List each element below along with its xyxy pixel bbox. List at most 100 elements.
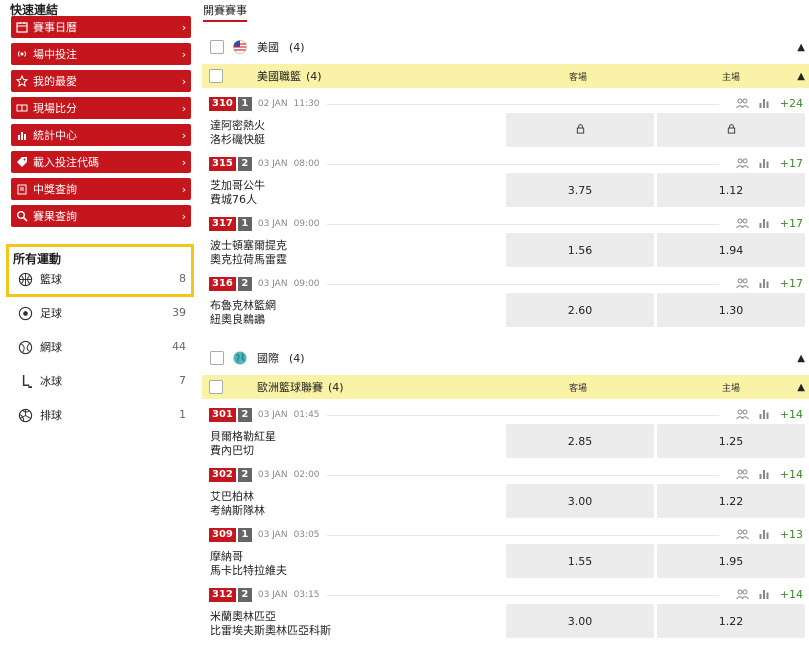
- more-markets-link[interactable]: +14: [780, 408, 803, 422]
- match-time: 08:00: [293, 159, 320, 169]
- period-badge: 2: [237, 588, 252, 602]
- country-checkbox[interactable]: [210, 40, 224, 54]
- bar-chart-icon[interactable]: [758, 217, 772, 231]
- quick-link-5[interactable]: 統計中心 ›: [11, 124, 191, 146]
- stats-icon: [11, 129, 33, 141]
- country-count: (4): [289, 40, 305, 54]
- bar-chart-icon[interactable]: [758, 468, 772, 482]
- odds-value: 1.25: [718, 434, 744, 448]
- odds-home-button[interactable]: 1.30: [657, 293, 805, 327]
- scoreboard-icon: [11, 102, 33, 114]
- league-row[interactable]: 美國職籃 (4) 客場 主場 ▲: [202, 64, 809, 88]
- bar-chart-icon[interactable]: [758, 97, 772, 111]
- chevron-up-icon[interactable]: ▲: [797, 42, 805, 53]
- chevron-up-icon[interactable]: ▲: [797, 353, 805, 364]
- more-markets-link[interactable]: +17: [780, 277, 803, 291]
- odds-home-button[interactable]: [657, 113, 805, 147]
- calendar-icon: [11, 21, 33, 33]
- divider: [327, 284, 719, 285]
- odds-away-button[interactable]: 3.00: [506, 604, 654, 638]
- chevron-right-icon: ›: [181, 128, 187, 142]
- quick-link-label: 中獎查詢: [33, 183, 77, 196]
- odds-away-button[interactable]: 2.85: [506, 424, 654, 458]
- country-row[interactable]: 國際 (4) ▲: [202, 345, 809, 371]
- country-checkbox[interactable]: [210, 351, 224, 365]
- odds-away-button[interactable]: 3.75: [506, 173, 654, 207]
- quick-link-label: 賽果查詢: [33, 210, 77, 223]
- odds-value: 2.60: [567, 303, 593, 317]
- match-row: 312 2 03 JAN 03:15 +14 米蘭奧林匹亞 比雷埃夫斯奧林匹亞科斯 3.00 1…: [202, 588, 809, 648]
- country-row[interactable]: 美國 (4) ▲: [202, 34, 809, 60]
- chevron-up-icon[interactable]: ▲: [797, 71, 805, 82]
- odds-away-button[interactable]: 1.55: [506, 544, 654, 578]
- more-markets-link[interactable]: +13: [780, 528, 803, 542]
- tennis-icon: [17, 339, 33, 355]
- bar-chart-icon[interactable]: [758, 588, 772, 602]
- bar-chart-icon[interactable]: [758, 277, 772, 291]
- odds-value: 3.75: [567, 183, 593, 197]
- odds-away-button[interactable]: [506, 113, 654, 147]
- group-icon[interactable]: [736, 588, 750, 602]
- match-id-badge: 310: [209, 97, 236, 111]
- odds-home-button[interactable]: 1.22: [657, 484, 805, 518]
- match-time: 09:00: [293, 219, 320, 229]
- match-row: 301 2 03 JAN 01:45 +14 貝爾格勒紅星 費內巴切 2.85 1.25: [202, 408, 809, 468]
- group-icon[interactable]: [736, 157, 750, 171]
- odds-away-button[interactable]: 2.60: [506, 293, 654, 327]
- tab-open-events[interactable]: 開賽賽事: [203, 2, 247, 22]
- odds-away-button[interactable]: 1.56: [506, 233, 654, 267]
- more-markets-link[interactable]: +17: [780, 157, 803, 171]
- quick-link-8[interactable]: 賽果查詢 ›: [11, 205, 191, 227]
- quick-link-7[interactable]: 中獎查詢 ›: [11, 178, 191, 200]
- period-badge: 1: [237, 217, 252, 231]
- group-icon[interactable]: [736, 528, 750, 542]
- more-markets-link[interactable]: +24: [780, 97, 803, 111]
- sport-item-3[interactable]: 網球: [17, 337, 62, 357]
- match-id-badge: 317: [209, 217, 236, 231]
- quick-link-1[interactable]: 賽事日曆 ›: [11, 16, 191, 38]
- sport-item-4[interactable]: 冰球: [17, 371, 62, 391]
- sport-item-1[interactable]: 籃球: [17, 269, 62, 289]
- quick-link-6[interactable]: 載入投注代碼 ›: [11, 151, 191, 173]
- match-time: 03:05: [293, 530, 320, 540]
- odds-away-button[interactable]: 3.00: [506, 484, 654, 518]
- chevron-up-icon[interactable]: ▲: [797, 382, 805, 393]
- more-markets-link[interactable]: +14: [780, 468, 803, 482]
- match-date: 03 JAN: [257, 159, 288, 169]
- quick-link-3[interactable]: 我的最愛 ›: [11, 70, 191, 92]
- group-icon[interactable]: [736, 408, 750, 422]
- group-icon[interactable]: [736, 277, 750, 291]
- period-badge: 2: [237, 408, 252, 422]
- sport-label: 足球: [40, 307, 62, 320]
- league-checkbox[interactable]: [209, 69, 223, 83]
- match-id-badge: 309: [209, 528, 236, 542]
- odds-home-button[interactable]: 1.25: [657, 424, 805, 458]
- bar-chart-icon[interactable]: [758, 157, 772, 171]
- group-icon[interactable]: [736, 217, 750, 231]
- sport-item-5[interactable]: 排球: [17, 405, 62, 425]
- bar-chart-icon[interactable]: [758, 528, 772, 542]
- live-icon: [11, 48, 33, 60]
- sport-item-2[interactable]: 足球: [17, 303, 62, 323]
- odds-home-button[interactable]: 1.22: [657, 604, 805, 638]
- quick-link-label: 賽事日曆: [33, 21, 77, 34]
- quick-link-4[interactable]: 現場比分 ›: [11, 97, 191, 119]
- odds-home-button[interactable]: 1.12: [657, 173, 805, 207]
- league-row[interactable]: 歐洲籃球聯賽 (4) 客場 主場 ▲: [202, 375, 809, 399]
- divider: [327, 535, 719, 536]
- group-icon[interactable]: [736, 97, 750, 111]
- match-row: 310 1 02 JAN 11:30 +24 達阿密熱火 洛杉磯快艇: [202, 97, 809, 157]
- more-markets-link[interactable]: +17: [780, 217, 803, 231]
- team-home-name: 費城76人: [210, 193, 257, 206]
- group-icon[interactable]: [736, 468, 750, 482]
- quick-link-2[interactable]: 場中投注 ›: [11, 43, 191, 65]
- divider: [327, 415, 719, 416]
- bar-chart-icon[interactable]: [758, 408, 772, 422]
- odds-home-button[interactable]: 1.94: [657, 233, 805, 267]
- league-checkbox[interactable]: [209, 380, 223, 394]
- sport-label: 網球: [40, 341, 62, 354]
- team-home-name: 紐奧良鵜鶘: [210, 313, 265, 326]
- match-id-badge: 302: [209, 468, 236, 482]
- odds-home-button[interactable]: 1.95: [657, 544, 805, 578]
- more-markets-link[interactable]: +14: [780, 588, 803, 602]
